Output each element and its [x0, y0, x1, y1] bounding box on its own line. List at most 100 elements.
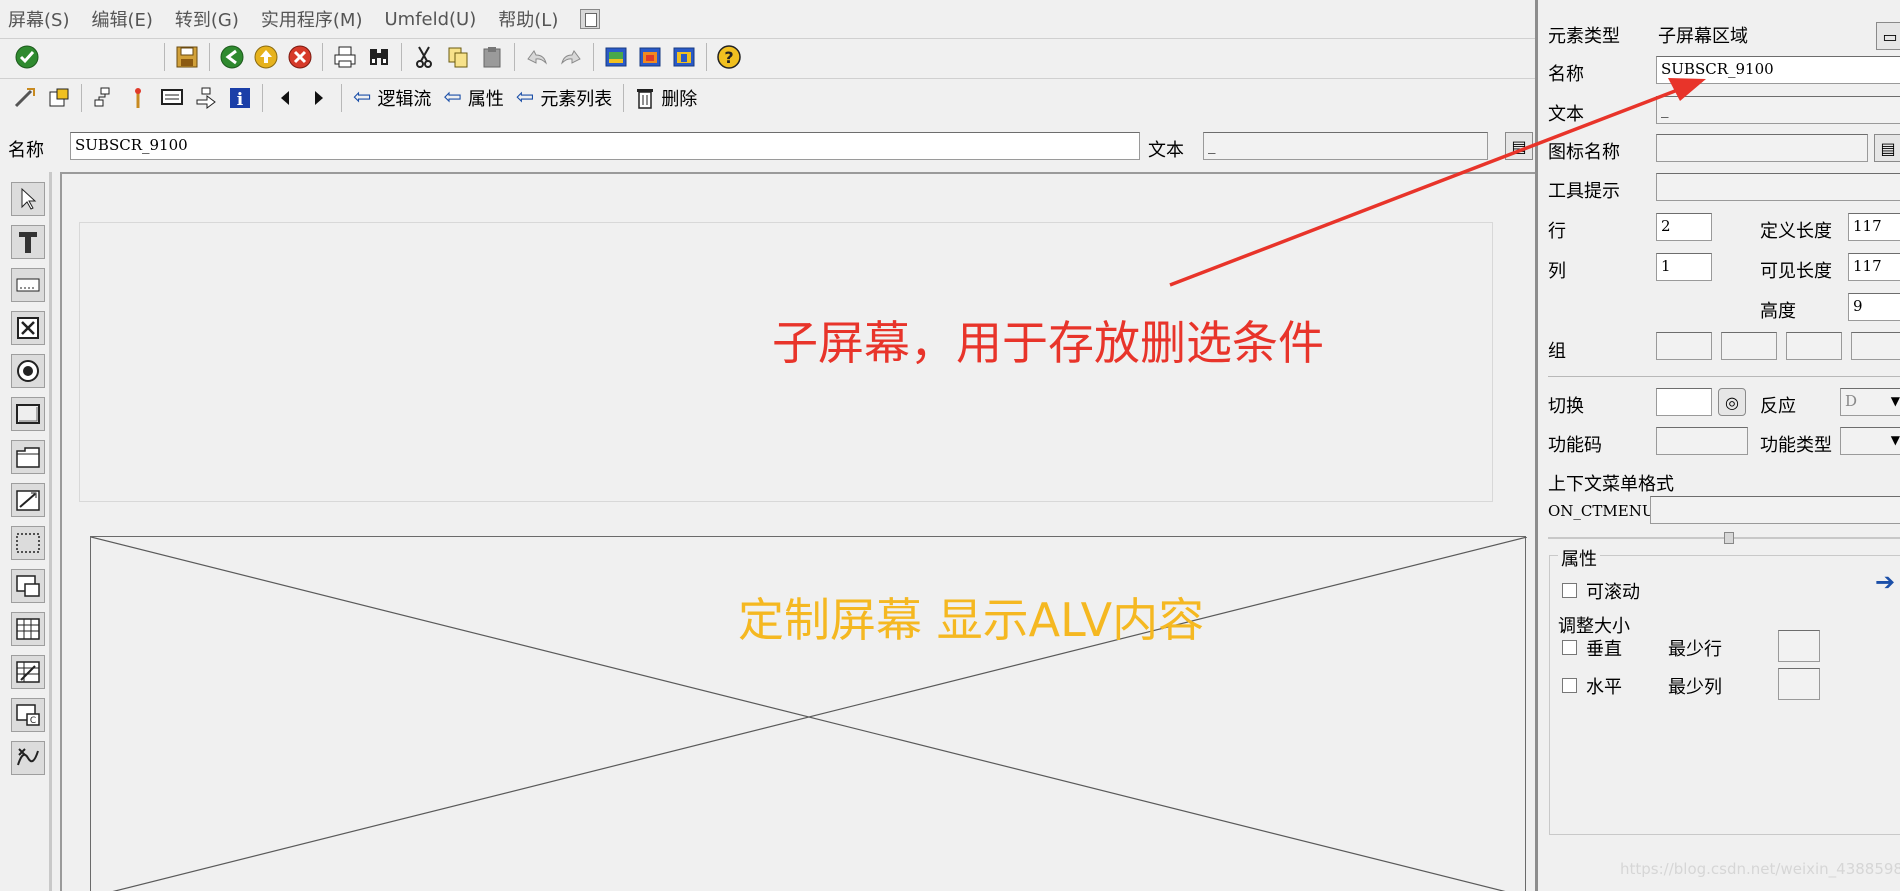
- element-palette: C: [0, 172, 52, 891]
- window-icon[interactable]: [636, 43, 664, 71]
- menu-utilities[interactable]: 实用程序(M): [261, 6, 363, 32]
- fcode-field[interactable]: [1656, 427, 1748, 455]
- switch-label: 切换: [1548, 396, 1584, 417]
- menu-help[interactable]: 帮助(L): [498, 6, 558, 32]
- context-menu-field[interactable]: [1650, 496, 1900, 524]
- redo-icon[interactable]: [557, 43, 585, 71]
- hierarchy-icon[interactable]: [90, 84, 118, 112]
- row-field[interactable]: 2: [1656, 213, 1712, 241]
- command-field[interactable]: [44, 43, 159, 71]
- delete-label: 删除: [661, 88, 698, 110]
- trash-icon: [637, 88, 654, 109]
- min-rows-field[interactable]: [1778, 630, 1820, 662]
- layout-menu-icon[interactable]: [580, 9, 601, 29]
- previous-icon[interactable]: [271, 84, 299, 112]
- group-field-2[interactable]: [1721, 332, 1777, 360]
- subscreen-icon[interactable]: [11, 569, 45, 603]
- response-dropdown[interactable]: D ▼: [1840, 388, 1900, 416]
- table-control-icon[interactable]: [11, 612, 45, 646]
- height-field[interactable]: 9: [1848, 293, 1900, 321]
- attr-name-field[interactable]: SUBSCR_9100: [1656, 56, 1900, 84]
- group-field-4[interactable]: [1851, 332, 1900, 360]
- navigation-icon[interactable]: [192, 84, 220, 112]
- text-field-help-icon[interactable]: ▤: [1505, 132, 1533, 160]
- back-icon[interactable]: [218, 43, 246, 71]
- wand-icon[interactable]: [124, 84, 152, 112]
- input-field-icon[interactable]: [11, 268, 45, 302]
- info-icon[interactable]: i: [226, 84, 254, 112]
- undo-icon[interactable]: [523, 43, 551, 71]
- col-field[interactable]: 1: [1656, 253, 1712, 281]
- tabstrip-wizard-icon[interactable]: [11, 483, 45, 517]
- custom-control-icon[interactable]: C: [11, 698, 45, 732]
- splitter-handle[interactable]: [1724, 532, 1734, 544]
- toolbar-separator: [209, 42, 210, 71]
- menu-screen[interactable]: 屏幕(S): [8, 6, 69, 32]
- def-length-label: 定义长度: [1760, 221, 1832, 242]
- attributes-button[interactable]: ⇦ 属性: [443, 85, 503, 111]
- attr-text-field[interactable]: _: [1656, 96, 1900, 124]
- toolbar-separator: [514, 42, 515, 71]
- exit-icon[interactable]: [252, 43, 280, 71]
- text-field[interactable]: _: [1203, 132, 1488, 160]
- flow-logic-button[interactable]: ⇦ 逻辑流: [353, 85, 431, 111]
- checkbox-icon[interactable]: [11, 311, 45, 345]
- group-field-1[interactable]: [1656, 332, 1712, 360]
- restore-icon[interactable]: ▭: [1876, 22, 1900, 50]
- element-list-button[interactable]: ⇦ 元素列表: [516, 85, 612, 111]
- menu-goto[interactable]: 转到(G): [175, 6, 239, 32]
- toolbar-separator: [322, 42, 323, 71]
- box-icon[interactable]: [11, 526, 45, 560]
- delete-button[interactable]: 删除: [635, 85, 697, 111]
- fcode-type-dropdown[interactable]: ▼: [1840, 427, 1900, 455]
- switch-lookup-icon[interactable]: ◎: [1718, 388, 1746, 416]
- def-length-field[interactable]: 117: [1848, 213, 1900, 241]
- check-icon[interactable]: [13, 43, 41, 71]
- menu-environment[interactable]: Umfeld(U): [384, 9, 476, 30]
- table-wizard-icon[interactable]: [11, 655, 45, 689]
- scrollable-checkbox[interactable]: [1562, 583, 1577, 598]
- svg-text:?: ?: [724, 48, 733, 67]
- vis-length-field[interactable]: 117: [1848, 253, 1900, 281]
- tooltip-field[interactable]: [1656, 173, 1900, 201]
- name-field[interactable]: SUBSCR_9100: [70, 132, 1140, 160]
- display-object-icon[interactable]: [45, 84, 73, 112]
- pushbutton-icon[interactable]: [11, 397, 45, 431]
- vertical-checkbox[interactable]: [1562, 640, 1577, 655]
- tabstrip-icon[interactable]: [11, 440, 45, 474]
- switch-field[interactable]: [1656, 388, 1712, 416]
- context-menu-label: 上下文菜单格式: [1548, 474, 1674, 495]
- copy-icon[interactable]: [444, 43, 472, 71]
- test-icon[interactable]: [11, 84, 39, 112]
- screen-layout-icon[interactable]: [158, 84, 186, 112]
- status-icon[interactable]: [11, 741, 45, 775]
- window-alt-icon[interactable]: [670, 43, 698, 71]
- tooltip-label: 工具提示: [1548, 181, 1620, 202]
- svg-text:i: i: [237, 90, 244, 110]
- pointer-icon[interactable]: [11, 182, 45, 216]
- icon-name-help-icon[interactable]: ▤: [1874, 134, 1900, 162]
- print-icon[interactable]: [331, 43, 359, 71]
- element-type-value: 子屏幕区域: [1658, 26, 1748, 47]
- paste-icon[interactable]: [478, 43, 506, 71]
- cancel-icon[interactable]: [286, 43, 314, 71]
- horizontal-checkbox[interactable]: [1562, 678, 1577, 693]
- next-icon[interactable]: [305, 84, 333, 112]
- icon-name-field[interactable]: [1656, 134, 1868, 162]
- text-field-icon[interactable]: [11, 225, 45, 259]
- min-cols-field[interactable]: [1778, 668, 1820, 700]
- cut-icon[interactable]: [410, 43, 438, 71]
- layout-icon[interactable]: [602, 43, 630, 71]
- horizontal-label: 水平: [1586, 677, 1622, 698]
- group-field-3[interactable]: [1786, 332, 1842, 360]
- arrow-right-icon[interactable]: ➔: [1871, 568, 1899, 596]
- help-icon[interactable]: ?: [715, 43, 743, 71]
- radio-button-icon[interactable]: [11, 354, 45, 388]
- toolbar-separator: [401, 42, 402, 71]
- chevron-down-icon: ▼: [1890, 394, 1900, 408]
- custom-control-annotation: 定制屏幕 显示ALV内容: [738, 593, 1205, 647]
- text-label: 文本: [1148, 140, 1184, 161]
- find-icon[interactable]: [365, 43, 393, 71]
- menu-edit[interactable]: 编辑(E): [91, 6, 152, 32]
- save-icon[interactable]: [173, 43, 201, 71]
